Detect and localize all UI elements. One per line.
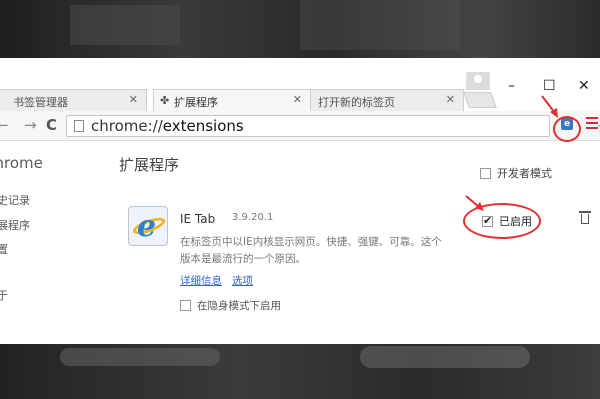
sidebar-item-history[interactable]: 历史记录 [0,192,30,208]
extension-name: IE Tab [180,212,216,226]
tab-extensions[interactable]: ✤ 扩展程序 ✕ [153,89,311,111]
chrome-menu-icon[interactable] [586,117,598,131]
background-blur [70,5,180,45]
developer-mode-label: 开发者模式 [497,167,552,180]
sidebar-title: Chrome [0,154,43,172]
sidebar-item-settings[interactable]: 设置 [0,241,8,257]
tab-strip: 书签管理器 ✕ ✤ 扩展程序 ✕ 打开新的标签页 ✕ – ☐ ✕ [0,58,600,111]
options-link[interactable]: 选项 [232,275,253,287]
incognito-toggle[interactable]: 在隐身模式下启用 [180,298,281,313]
close-tab-icon[interactable]: ✕ [129,93,138,106]
maximize-button[interactable]: ☐ [543,78,556,94]
developer-mode-checkbox[interactable] [480,168,491,179]
annotation-arrow [541,95,558,118]
tab-new-tab[interactable]: 打开新的标签页 ✕ [309,89,464,111]
tab-label: 书签管理器 [13,96,68,109]
incognito-label: 在隐身模式下启用 [197,300,281,312]
details-link[interactable]: 详细信息 [180,275,222,287]
page-title: 扩展程序 [119,156,180,174]
extension-description: 在标签页中以IE内核显示网页。快捷、强键、可靠。这个版本是最流行的一个原因。 [180,236,442,265]
reload-icon[interactable]: C [46,116,57,134]
browser-window: 书签管理器 ✕ ✤ 扩展程序 ✕ 打开新的标签页 ✕ – ☐ ✕ ← → C c… [0,58,600,344]
puzzle-piece-icon: ✤ [160,94,170,107]
photo-frame-top [0,0,600,58]
user-icon [474,75,482,83]
toolbar: ← → C chrome://extensions ☆ e [0,111,600,141]
url-text: chrome://extensions [91,117,244,135]
page-icon [74,120,84,132]
extension-links: 详细信息 选项 [180,273,263,288]
tab-bookmarks[interactable]: 书签管理器 ✕ [0,89,147,111]
background-blur [60,348,220,366]
new-tab-button[interactable] [463,92,497,108]
developer-mode-toggle[interactable]: 开发者模式 [480,165,552,181]
photo-frame-bottom [0,344,600,399]
background-blur [300,0,460,50]
sidebar-item-extensions[interactable]: 扩展程序 [0,217,30,233]
background-blur [360,346,530,368]
back-icon[interactable]: ← [0,116,9,134]
url-host: extensions [162,117,244,135]
extension-version: 3.9.20.1 [232,212,274,223]
sidebar-item-about[interactable]: 关于 [0,287,8,303]
tab-label: 打开新的标签页 [318,96,395,109]
user-profile-button[interactable] [466,72,490,90]
address-bar[interactable]: chrome://extensions ☆ [66,115,600,137]
trash-icon[interactable] [579,211,591,225]
url-scheme: chrome:// [91,117,163,135]
annotation-arrow [465,195,484,211]
close-tab-icon[interactable]: ✕ [446,93,455,106]
tab-label: 扩展程序 [174,96,218,109]
close-tab-icon[interactable]: ✕ [293,93,302,106]
incognito-checkbox[interactable] [180,300,191,311]
minimize-button[interactable]: – [508,78,515,94]
forward-icon[interactable]: → [24,116,37,134]
close-window-button[interactable]: ✕ [578,78,590,94]
ie-logo-icon: e [128,206,168,246]
